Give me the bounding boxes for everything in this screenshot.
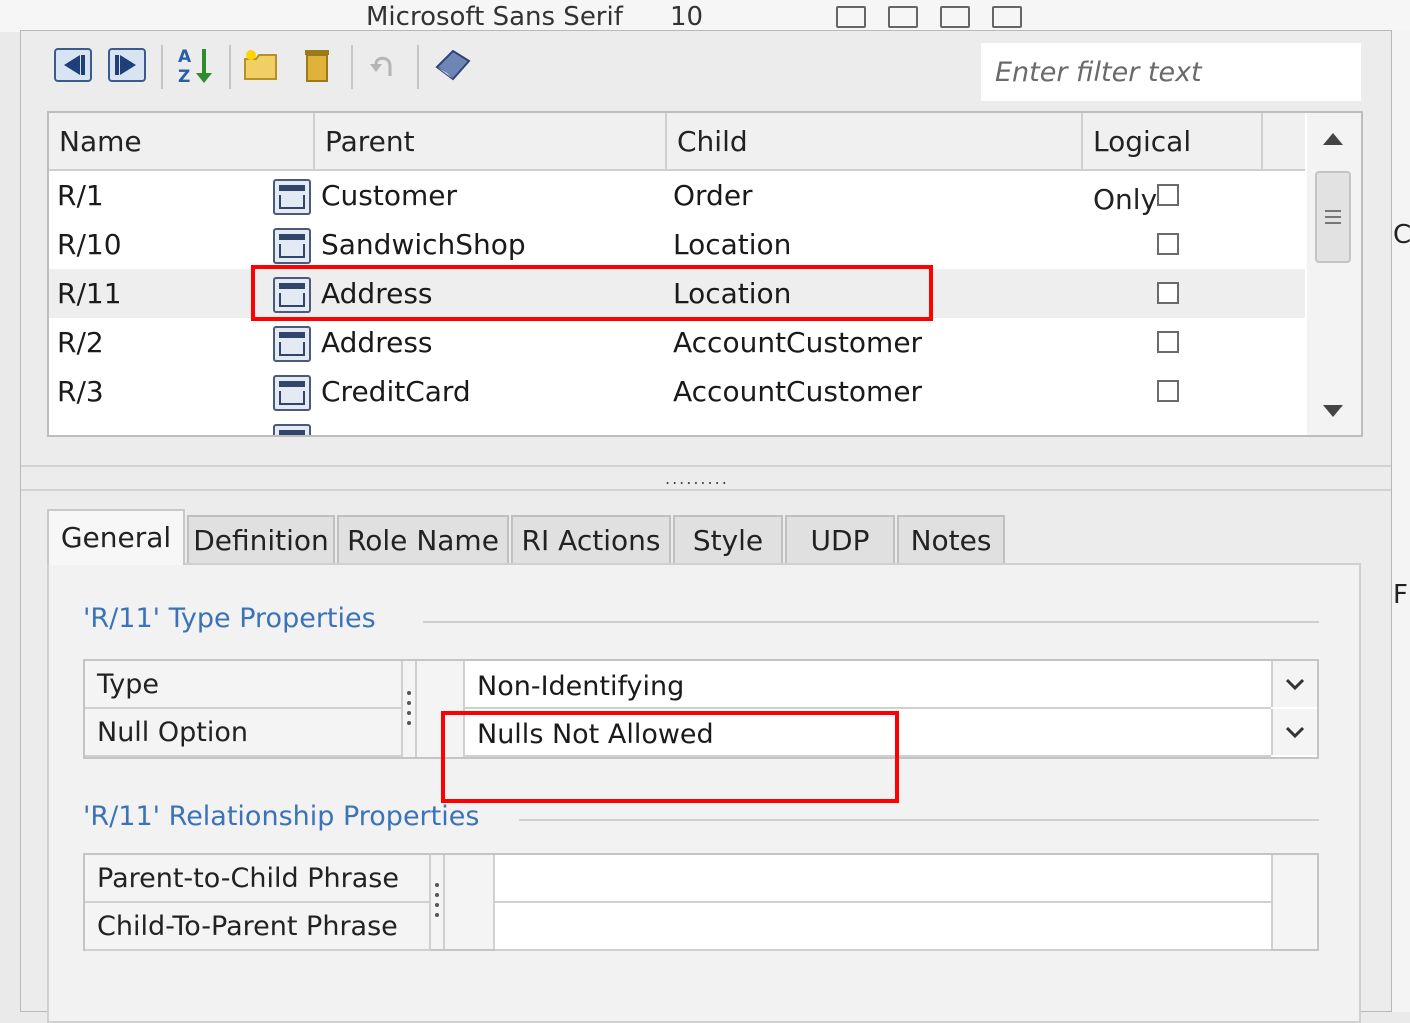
- child-entity: Location: [673, 228, 792, 261]
- chevron-down-icon: [1285, 726, 1305, 738]
- child-to-parent-phrase-label: Child-To-Parent Phrase: [85, 903, 431, 951]
- parent-entity: SandwichShop: [321, 228, 526, 261]
- relationship-name: R/10: [57, 228, 122, 261]
- type-properties-title: 'R/11' Type Properties: [83, 603, 376, 634]
- child-entity: AccountCustomer: [673, 326, 923, 359]
- table-row[interactable]: R/3 CreditCard AccountCustomer: [49, 367, 1305, 416]
- edge-letter: C: [1393, 220, 1410, 250]
- font-name-select[interactable]: Microsoft Sans Serif: [366, 2, 623, 32]
- table-row[interactable]: R/10 SandwichShop Location: [49, 220, 1305, 269]
- tab-notes[interactable]: Notes: [897, 515, 1005, 563]
- parent-to-child-phrase-value[interactable]: [495, 855, 1271, 903]
- next-icon[interactable]: [107, 45, 147, 85]
- tab-udp[interactable]: UDP: [785, 515, 895, 563]
- column-resize-handle[interactable]: [403, 661, 417, 757]
- table-row-partial[interactable]: [49, 416, 1305, 435]
- svg-text:Z: Z: [178, 67, 190, 85]
- logical-only-checkbox[interactable]: [1157, 184, 1179, 206]
- background-format-toolbar: Microsoft Sans Serif 10: [0, 0, 1410, 32]
- parent-entity: Address: [321, 326, 433, 359]
- scroll-thumb[interactable]: [1315, 171, 1351, 263]
- relationship-name: R/1: [57, 179, 104, 212]
- underline-format-icon[interactable]: [940, 6, 970, 28]
- pane-splitter[interactable]: .........: [21, 465, 1391, 491]
- parent-entity: CreditCard: [321, 375, 471, 408]
- relationship-name: R/11: [57, 277, 122, 310]
- table-row[interactable]: R/2 Address AccountCustomer: [49, 318, 1305, 367]
- tab-general[interactable]: General: [47, 509, 185, 565]
- child-entity: Order: [673, 179, 753, 212]
- type-value[interactable]: Non-Identifying: [465, 661, 1271, 709]
- entity-icon: [273, 424, 311, 435]
- type-label: Type: [85, 661, 403, 709]
- relationship-editor-dialog: AZ Name Parent Child Logical Only R/1 Cu…: [20, 30, 1392, 1023]
- background-window-edge: C F: [1390, 30, 1410, 1012]
- parent-to-child-phrase-label: Parent-to-Child Phrase: [85, 855, 431, 903]
- null-option-label: Null Option: [85, 709, 403, 757]
- filter-input[interactable]: [981, 43, 1361, 101]
- child-to-parent-phrase-value[interactable]: [495, 903, 1271, 951]
- tab-role-name[interactable]: Role Name: [337, 515, 509, 563]
- logical-only-checkbox[interactable]: [1157, 282, 1179, 304]
- tab-ri-actions[interactable]: RI Actions: [511, 515, 671, 563]
- parent-entity: Customer: [321, 179, 458, 212]
- undo-icon[interactable]: [363, 45, 403, 85]
- scroll-down-icon[interactable]: [1321, 403, 1345, 419]
- relationship-properties-title: 'R/11' Relationship Properties: [83, 801, 480, 832]
- null-option-dropdown-button[interactable]: [1271, 709, 1317, 755]
- delete-icon[interactable]: [297, 45, 337, 85]
- new-item-icon[interactable]: [241, 45, 281, 85]
- relationship-name: R/3: [57, 375, 104, 408]
- italic-format-icon[interactable]: [888, 6, 918, 28]
- highlight-box: [441, 711, 899, 803]
- chevron-down-icon: [1285, 678, 1305, 690]
- edge-letter: F: [1393, 580, 1408, 610]
- entity-icon: [273, 375, 311, 411]
- tab-style[interactable]: Style: [673, 515, 783, 563]
- logical-only-checkbox[interactable]: [1157, 331, 1179, 353]
- font-size-select[interactable]: 10: [670, 2, 703, 32]
- bold-format-icon[interactable]: [836, 6, 866, 28]
- tab-definition[interactable]: Definition: [187, 515, 335, 563]
- previous-icon[interactable]: [53, 45, 93, 85]
- column-header-child[interactable]: Child: [667, 113, 1083, 171]
- column-header-name[interactable]: Name: [49, 113, 315, 171]
- grid-scrollbar[interactable]: [1307, 113, 1361, 435]
- sort-az-icon[interactable]: AZ: [175, 45, 215, 85]
- svg-text:A: A: [178, 47, 192, 67]
- eraser-icon[interactable]: [433, 45, 473, 85]
- strikethrough-format-icon[interactable]: [992, 6, 1022, 28]
- logical-only-checkbox[interactable]: [1157, 380, 1179, 402]
- column-header-parent[interactable]: Parent: [315, 113, 667, 171]
- column-header-logical-only[interactable]: Logical Only: [1083, 113, 1263, 216]
- entity-icon: [273, 228, 311, 264]
- entity-icon: [273, 179, 311, 215]
- column-resize-handle[interactable]: [431, 855, 445, 949]
- entity-icon: [273, 326, 311, 362]
- highlight-box: [251, 265, 933, 321]
- relationship-properties-grid: Parent-to-Child Phrase Child-To-Parent P…: [83, 853, 1319, 951]
- grid-header: Name Parent Child Logical Only: [49, 113, 1305, 216]
- relationship-name: R/2: [57, 326, 104, 359]
- type-dropdown-button[interactable]: [1271, 661, 1317, 707]
- table-row[interactable]: R/1 Customer Order: [49, 171, 1305, 220]
- child-entity: AccountCustomer: [673, 375, 923, 408]
- scroll-up-icon[interactable]: [1321, 131, 1345, 147]
- logical-only-checkbox[interactable]: [1157, 233, 1179, 255]
